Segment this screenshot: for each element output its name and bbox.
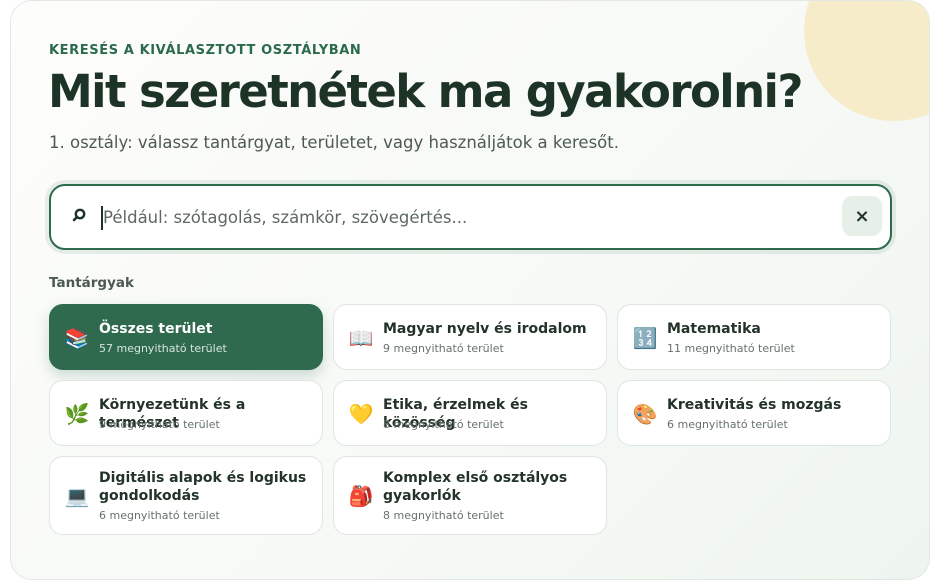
close-icon: × xyxy=(854,205,870,227)
subject-name: Komplex első osztályos gyakorlók xyxy=(383,470,568,504)
numbers-icon: 🔢 xyxy=(632,326,658,350)
subject-count: 6 megnyitható terület xyxy=(667,418,788,431)
subject-count: 9 megnyitható terület xyxy=(383,342,504,355)
subject-card-complex[interactable]: 🎒 Komplex első osztályos gyakorlók 8 meg… xyxy=(333,456,607,535)
search-box[interactable]: × xyxy=(49,184,892,250)
clear-search-button[interactable]: × xyxy=(842,196,882,236)
subject-card-ethics[interactable]: 💛 Etika, érzelmek és közösség 8 megnyith… xyxy=(333,380,607,446)
subject-count: 9 megnyitható terület xyxy=(99,418,220,431)
page-subtitle: 1. osztály: válassz tantárgyat, területe… xyxy=(49,133,619,152)
subject-card-digital[interactable]: 💻 Digitális alapok és logikus gondolkodá… xyxy=(49,456,323,535)
subject-count: 6 megnyitható terület xyxy=(99,509,220,522)
subject-name: Matematika xyxy=(667,321,761,337)
subject-name: Összes terület xyxy=(99,321,213,337)
subject-count: 11 megnyitható terület xyxy=(667,342,795,355)
subject-card-environment[interactable]: 🌿 Környezetünk és a természet 9 megnyith… xyxy=(49,380,323,446)
books-icon: 📚 xyxy=(64,326,90,350)
subjects-heading: Tantárgyak xyxy=(49,275,134,291)
eyebrow-label: KERESÉS A KIVÁLASZTOTT OSZTÁLYBAN xyxy=(49,43,362,58)
subject-count: 57 megnyitható terület xyxy=(99,342,227,355)
open-book-icon: 📖 xyxy=(348,326,374,350)
search-icon xyxy=(72,208,86,222)
search-panel: KERESÉS A KIVÁLASZTOTT OSZTÁLYBAN Mit sz… xyxy=(10,0,930,580)
decorative-sun-circle xyxy=(804,1,929,121)
backpack-icon: 🎒 xyxy=(348,484,374,508)
subject-count: 8 megnyitható terület xyxy=(383,509,504,522)
subject-name: Magyar nyelv és irodalom xyxy=(383,321,587,337)
page-title: Mit szeretnétek ma gyakorolni? xyxy=(48,65,803,118)
palette-icon: 🎨 xyxy=(632,402,658,426)
subject-card-all[interactable]: 📚 Összes terület 57 megnyitható terület xyxy=(49,304,323,370)
subject-card-creativity[interactable]: 🎨 Kreativitás és mozgás 6 megnyitható te… xyxy=(617,380,891,446)
subject-name: Kreativitás és mozgás xyxy=(667,397,842,413)
subject-card-math[interactable]: 🔢 Matematika 11 megnyitható terület xyxy=(617,304,891,370)
subject-name: Digitális alapok és logikus gondolkodás xyxy=(99,470,307,504)
laptop-icon: 💻 xyxy=(64,484,90,508)
search-input[interactable] xyxy=(103,196,823,238)
subject-count: 8 megnyitható terület xyxy=(383,418,504,431)
yellow-heart-icon: 💛 xyxy=(348,402,374,426)
herb-icon: 🌿 xyxy=(64,402,90,426)
subject-card-hungarian[interactable]: 📖 Magyar nyelv és irodalom 9 megnyitható… xyxy=(333,304,607,370)
